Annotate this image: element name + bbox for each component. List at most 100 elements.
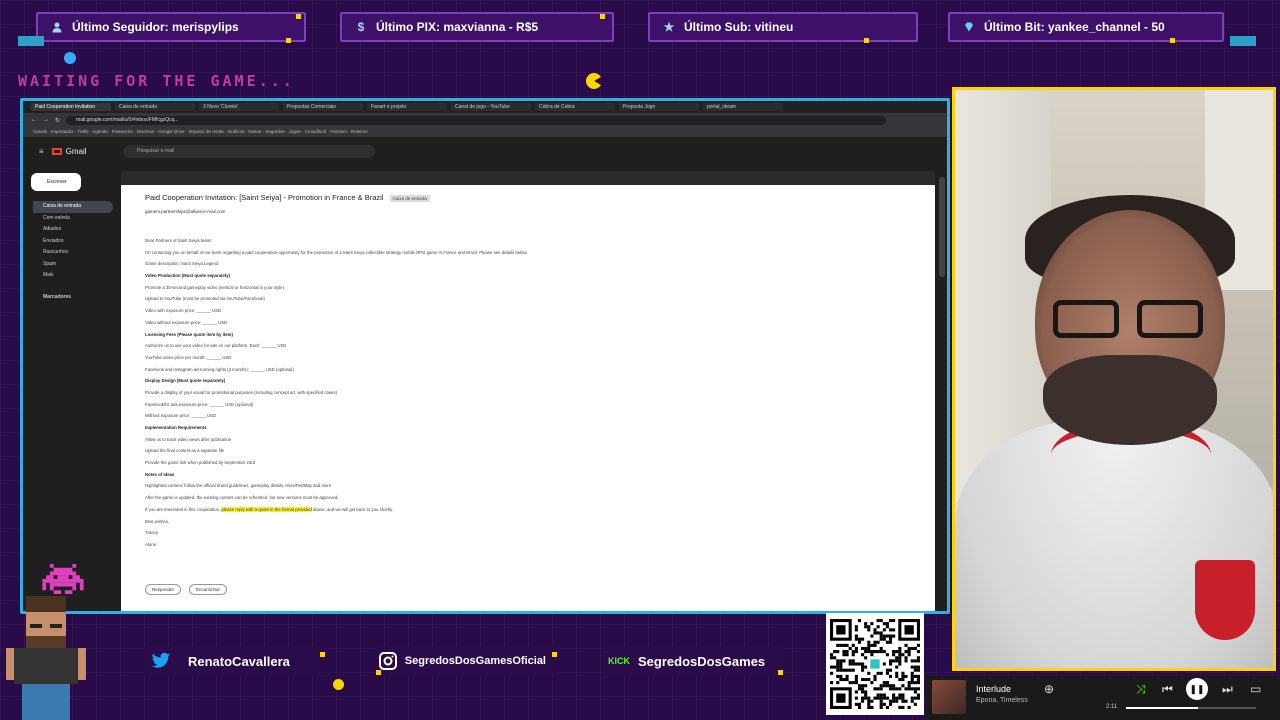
nav-item-snoozed[interactable]: Adiados bbox=[33, 224, 113, 236]
menu-icon[interactable]: ≡ bbox=[39, 147, 44, 156]
browser-tab[interactable]: Canal de jogo - YouTube bbox=[451, 103, 531, 111]
bookmarks-bar[interactable]: Canais · Importados · Trello · Agenda · … bbox=[23, 127, 947, 137]
email-body-line: Facebook and Instagram ad-running rights… bbox=[145, 366, 294, 372]
browser-tab[interactable]: Proposta Jogo bbox=[619, 103, 699, 111]
progress-fill bbox=[1126, 707, 1198, 709]
lyrics-icon[interactable]: ▭ bbox=[1250, 682, 1261, 696]
forward-icon[interactable]: → bbox=[43, 117, 49, 123]
deco-dot bbox=[552, 652, 557, 657]
browser-tab[interactable]: 3 Novo 'Cloreto' bbox=[199, 103, 279, 111]
diamond-icon bbox=[962, 20, 976, 34]
cam-beard bbox=[1043, 355, 1217, 445]
url-field[interactable]: mail.google.com/mail/u/0/#inbox/FMfcgzQc… bbox=[66, 115, 887, 125]
browser-tab[interactable]: portal_steam bbox=[703, 103, 783, 111]
deco-dot bbox=[600, 14, 605, 19]
deco-dot bbox=[778, 670, 783, 675]
alert-sub: ★ Último Sub: vitineu bbox=[648, 12, 918, 42]
gmail-logo[interactable]: Gmail bbox=[51, 147, 87, 156]
nav-item-spam[interactable]: Spam bbox=[33, 259, 113, 271]
email-body-line: Authorize us to use your video for ads o… bbox=[145, 343, 287, 349]
add-icon[interactable]: ⊕ bbox=[1044, 682, 1054, 696]
email-body-line: Best wishes, bbox=[145, 518, 170, 524]
nav-item-starred[interactable]: Com estrela bbox=[33, 213, 113, 225]
track-title: Interlude bbox=[976, 684, 1012, 694]
search-input[interactable]: Pesquisar e-mail bbox=[123, 145, 375, 158]
email-body-line: Facebook/IG ads exposure price: ______ U… bbox=[145, 401, 254, 407]
browser-tab[interactable]: Fanart e projeto bbox=[367, 103, 447, 111]
subject-text: Paid Cooperation Invitation: [Saint Seiy… bbox=[145, 193, 384, 202]
track-artist: Epona, Timeless bbox=[976, 697, 1028, 704]
instagram-handle: SegredosDosGamesOficial bbox=[404, 655, 546, 667]
email-body: Dear Partners of Saint Seiya team! I'm co… bbox=[145, 235, 845, 551]
qr-code[interactable] bbox=[826, 613, 924, 715]
pacman-icon bbox=[586, 73, 602, 89]
scrollbar[interactable] bbox=[939, 177, 945, 277]
email-body-line: Dear Partners of Saint Seiya team! bbox=[145, 238, 212, 243]
alert-text: Último Bit: yankee_channel - 50 bbox=[984, 20, 1165, 34]
email-body-line: Upload the final content as a separate f… bbox=[145, 448, 225, 454]
address-bar-row: ← → ↻ mail.google.com/mail/u/0/#inbox/FM… bbox=[23, 113, 947, 127]
next-icon[interactable]: ⏭ bbox=[1222, 682, 1233, 697]
email-body-line: I'm contacting you on behalf of our team… bbox=[145, 249, 528, 255]
nav-item-inbox[interactable]: Caixa de entrada bbox=[33, 201, 113, 213]
compose-button[interactable]: Escrever bbox=[31, 173, 81, 191]
email-body-line: Allow us to track video views after publ… bbox=[145, 436, 232, 442]
pixel-character-icon bbox=[6, 596, 86, 720]
social-kick[interactable]: KICK SegredosDosGames bbox=[604, 646, 784, 676]
deco-dot bbox=[1170, 38, 1175, 43]
browser-tab[interactable]: Caixa de entrada bbox=[115, 103, 195, 111]
progress-bar[interactable] bbox=[1126, 707, 1256, 709]
twitter-icon bbox=[144, 646, 178, 676]
nav-item-sent[interactable]: Enviados bbox=[33, 236, 113, 248]
tab-strip: Paid Cooperation Invitation Caixa de ent… bbox=[23, 101, 947, 113]
pause-button[interactable]: ❚❚ bbox=[1186, 678, 1208, 700]
cam-shirt-badge bbox=[1195, 560, 1255, 640]
browser-tab[interactable]: Cobra de Cobra bbox=[535, 103, 615, 111]
labels-header: Marcadores bbox=[43, 293, 72, 300]
email-body-line: Without exposure price: ______ USD bbox=[145, 413, 216, 419]
email-subject: Paid Cooperation Invitation: [Saint Seiy… bbox=[145, 193, 430, 202]
email-body-line: Provide the game link when published by … bbox=[145, 460, 256, 466]
yellow-orb bbox=[333, 679, 344, 690]
nav-item-drafts[interactable]: Rascunhos bbox=[33, 247, 113, 259]
email-sender: gamers.partnerships@alliance-mail.com bbox=[145, 209, 226, 214]
deco-block bbox=[1230, 36, 1256, 46]
gmail-header: ≡ Gmail Pesquisar e-mail bbox=[23, 137, 947, 165]
email-section-heading: Video Production (Must quote separately) bbox=[145, 273, 230, 279]
shuffle-icon[interactable]: ⤨ bbox=[1136, 682, 1146, 697]
browser-tab[interactable]: Paid Cooperation Invitation bbox=[31, 103, 111, 111]
alert-text: Último PIX: maxvianna - R$5 bbox=[376, 20, 539, 34]
email-body-line: Tracey bbox=[145, 530, 158, 536]
nav-item-more[interactable]: Mais bbox=[33, 270, 113, 282]
deco-dot bbox=[296, 14, 301, 19]
email-section-heading: Licensing Fees (Please quote item by ite… bbox=[145, 331, 233, 337]
gmail-sidenav: Caixa de entrada Com estrela Adiados Env… bbox=[33, 201, 113, 303]
waiting-text: WAITING FOR THE GAME... bbox=[18, 72, 295, 90]
star-icon: ★ bbox=[663, 20, 675, 34]
highlighted-text: please reply with a quote in the format … bbox=[221, 506, 312, 512]
social-instagram[interactable]: SegredosDosGamesOficial bbox=[376, 646, 556, 676]
social-twitter[interactable]: RenatoCavallera bbox=[144, 646, 324, 676]
forward-button[interactable]: Encaminhar bbox=[189, 584, 228, 595]
inbox-label[interactable]: Caixa de entrada bbox=[389, 195, 430, 202]
deco-dot bbox=[864, 38, 869, 43]
back-icon[interactable]: ← bbox=[31, 117, 37, 123]
reload-icon[interactable]: ↻ bbox=[55, 117, 60, 124]
previous-icon[interactable]: ⏮ bbox=[1162, 682, 1173, 697]
alert-pix: $ Último PIX: maxvianna - R$5 bbox=[340, 12, 614, 42]
email-body-line: Video with exposure price: ______ USD bbox=[145, 308, 222, 314]
browser-tab[interactable]: Propostas Comerciais bbox=[283, 103, 363, 111]
elapsed-time: 2:11 bbox=[1106, 704, 1118, 710]
user-icon bbox=[50, 20, 64, 34]
gmail-m-icon bbox=[51, 147, 62, 155]
cam-glasses bbox=[1053, 300, 1209, 340]
qr-code-icon bbox=[830, 619, 920, 709]
alert-text: Último Seguidor: merispylips bbox=[72, 20, 239, 34]
reply-button[interactable]: Responder bbox=[145, 584, 182, 595]
twitter-handle: RenatoCavallera bbox=[188, 653, 290, 669]
email-section-heading: Display Design (Must quote separately) bbox=[145, 378, 226, 384]
deco-dot bbox=[320, 652, 325, 657]
blue-orb bbox=[64, 52, 76, 64]
browser-window: Paid Cooperation Invitation Caixa de ent… bbox=[20, 98, 950, 614]
email-body-line: YouTube video price per month: ______ US… bbox=[145, 354, 232, 360]
